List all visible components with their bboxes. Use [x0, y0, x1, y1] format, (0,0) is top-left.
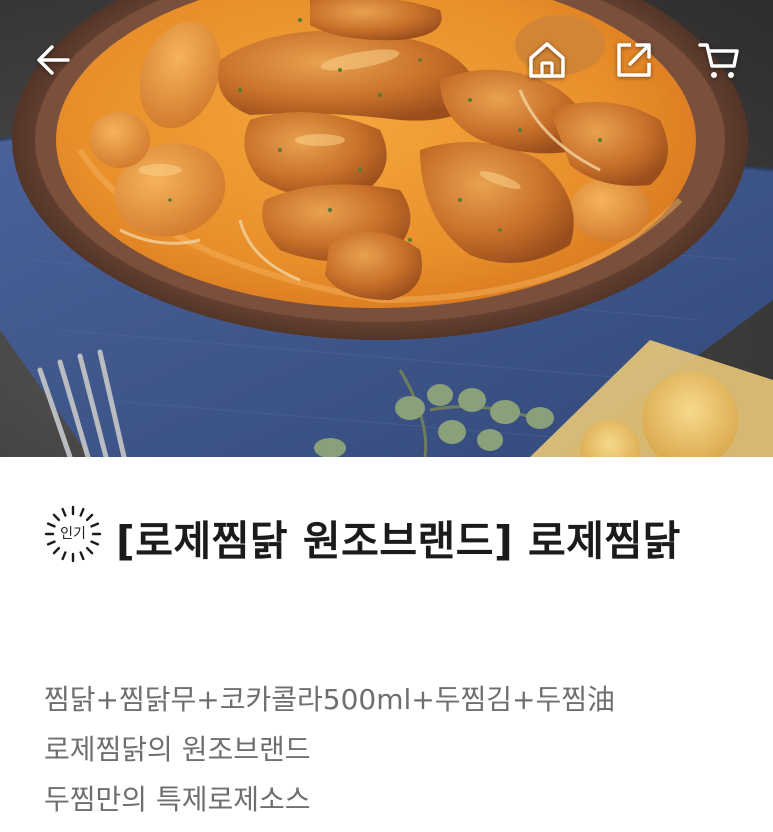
- share-button[interactable]: [610, 36, 658, 84]
- home-icon: [529, 42, 565, 78]
- popular-badge-label: 인기: [60, 526, 86, 542]
- product-hero-image: [0, 0, 773, 457]
- home-button[interactable]: [523, 36, 571, 84]
- product-title-block: 인기 [로제찜닭 원조브랜드] 로제찜닭: [44, 505, 744, 577]
- product-description: 찜닭+찜닭무+코카콜라500ml+두찜김+두찜油 로제찜닭의 원조브랜드 두찜만…: [44, 675, 744, 825]
- description-line-2: 로제찜닭의 원조브랜드: [44, 733, 311, 766]
- arrow-left-icon: [37, 45, 70, 75]
- top-navigation-bar: [0, 0, 773, 120]
- description-line-3: 두찜만의 특제로제소스: [44, 783, 311, 816]
- cart-button[interactable]: [695, 36, 743, 84]
- back-button[interactable]: [30, 36, 78, 84]
- product-info-section: 인기 [로제찜닭 원조브랜드] 로제찜닭 찜닭+찜닭무+코카콜라500ml+두찜…: [0, 457, 773, 832]
- description-line-1: 찜닭+찜닭무+코카콜라500ml+두찜김+두찜油: [44, 683, 615, 716]
- share-icon: [617, 43, 651, 77]
- cart-icon: [698, 43, 739, 78]
- popular-badge: 인기: [44, 505, 102, 563]
- product-title: [로제찜닭 원조브랜드] 로제찜닭: [116, 517, 681, 565]
